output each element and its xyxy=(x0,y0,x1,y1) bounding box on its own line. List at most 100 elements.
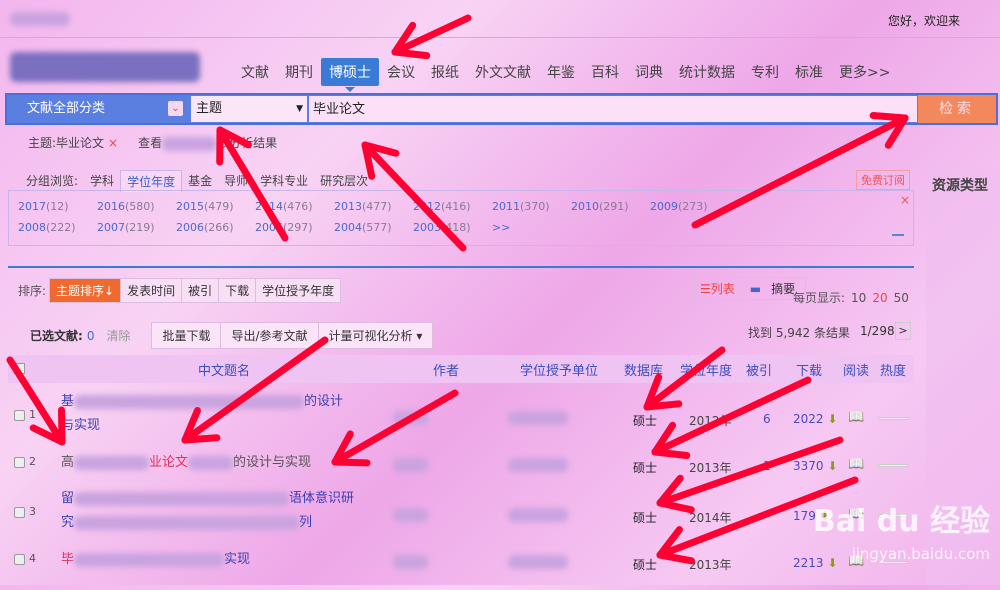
database-label: 硕士 xyxy=(633,459,657,476)
year-filter[interactable]: 2014(476) xyxy=(255,200,334,213)
year-filter[interactable]: 2011(370) xyxy=(492,200,571,213)
group-tab[interactable]: 学科专业 xyxy=(254,170,314,192)
year-filter[interactable]: 2013(477) xyxy=(334,200,413,213)
nav-item[interactable]: 标准 xyxy=(787,58,831,86)
nav-item[interactable]: 文献 xyxy=(233,58,277,86)
sort-option[interactable]: 下载 xyxy=(218,278,256,303)
nav-item[interactable]: 统计数据 xyxy=(671,58,743,86)
cnki-logo[interactable] xyxy=(10,52,200,86)
subscribe-button[interactable]: 免费订阅 xyxy=(856,170,910,190)
nav-item[interactable]: 专利 xyxy=(743,58,787,86)
year-filter[interactable]: 2007(219) xyxy=(97,221,176,234)
per-page-option[interactable]: 10 xyxy=(851,291,866,305)
nav-item[interactable]: 年鉴 xyxy=(539,58,583,86)
year-filter[interactable]: 2004(577) xyxy=(334,221,413,234)
download-count[interactable]: 3370⬇ xyxy=(793,459,838,473)
result-title-link[interactable]: 留语体意识研究列 xyxy=(61,487,391,535)
citation-count[interactable]: 1 xyxy=(763,459,771,473)
select-all-checkbox[interactable] xyxy=(14,363,25,374)
year-filter[interactable]: 2003(418) xyxy=(413,221,492,234)
group-tab[interactable]: 学科 xyxy=(84,170,120,192)
sort-option[interactable]: 被引 xyxy=(181,278,219,303)
nav-item[interactable]: 更多>> xyxy=(831,58,898,86)
row-number: 4 xyxy=(29,552,36,565)
result-title-link[interactable]: 基的设计与实现 xyxy=(61,390,391,438)
per-page-option[interactable]: 20 xyxy=(872,291,887,305)
year-filter[interactable]: 2008(222) xyxy=(18,221,97,234)
column-header[interactable]: 热度 xyxy=(880,360,906,379)
selection-action-button[interactable]: 导出/参考文献 xyxy=(220,322,318,349)
column-header[interactable]: 数据库 xyxy=(624,360,663,379)
column-header[interactable]: 学位年度 xyxy=(680,360,732,379)
category-select[interactable]: 文献全部分类⌄ xyxy=(7,95,187,123)
next-page-button[interactable]: > xyxy=(895,322,911,340)
nav-bar: 文献期刊博硕士会议报纸外文文献年鉴百科词典统计数据专利标准更多>> xyxy=(233,58,898,86)
read-icon[interactable]: 📖 xyxy=(848,457,864,472)
remove-filter-icon[interactable]: × xyxy=(108,136,118,150)
group-tab[interactable]: 研究层次 xyxy=(314,170,374,192)
row-number: 3 xyxy=(29,505,36,518)
group-tab[interactable]: 导师 xyxy=(218,170,254,192)
selection-action-button[interactable]: 批量下载 xyxy=(151,322,221,349)
clear-button[interactable]: 清除 xyxy=(106,327,130,344)
nav-item[interactable]: 会议 xyxy=(379,58,423,86)
column-header[interactable]: 学位授予单位 xyxy=(520,360,598,379)
column-header[interactable]: 下载 xyxy=(796,360,822,379)
close-icon[interactable]: × xyxy=(900,193,910,207)
result-title-link[interactable]: 毕实现 xyxy=(61,548,391,572)
year-filter[interactable]: 2015(479) xyxy=(176,200,255,213)
nav-item[interactable]: 词典 xyxy=(627,58,671,86)
search-button[interactable]: 检索 xyxy=(918,95,996,123)
degree-year: 2014年 xyxy=(689,509,732,526)
download-count[interactable]: 2213 ⬇ xyxy=(793,556,838,570)
nav-item[interactable]: 百科 xyxy=(583,58,627,86)
download-value: 2213 xyxy=(793,556,824,570)
nav-item[interactable]: 博硕士 xyxy=(321,58,379,86)
nav-item[interactable]: 外文文献 xyxy=(467,58,539,86)
download-count[interactable]: 2022 ⬇ xyxy=(793,412,838,426)
selection-action-button[interactable]: 计量可视化分析 ▾ xyxy=(318,322,434,349)
citation-count[interactable]: 6 xyxy=(763,412,771,426)
year-filter[interactable]: 2012(416) xyxy=(413,200,492,213)
per-page-option[interactable]: 50 xyxy=(894,291,909,305)
more-years-button[interactable]: >> xyxy=(492,221,571,234)
sort-option[interactable]: 学位授予年度 xyxy=(255,278,341,303)
download-icon[interactable]: ⬇ xyxy=(828,556,838,570)
row-checkbox[interactable] xyxy=(14,554,25,565)
row-checkbox[interactable] xyxy=(14,410,25,421)
column-header[interactable]: 被引 xyxy=(746,360,772,379)
year-filter[interactable]: 2009(273) xyxy=(650,200,729,213)
read-icon[interactable]: 📖 xyxy=(848,410,864,425)
redacted-text xyxy=(393,458,428,472)
chevron-down-icon[interactable]: ⌄ xyxy=(168,101,183,116)
download-icon[interactable]: ⬇ xyxy=(828,459,838,473)
download-value: 2022 xyxy=(793,412,824,426)
year-filter[interactable]: 2006(266) xyxy=(176,221,255,234)
nav-item[interactable]: 期刊 xyxy=(277,58,321,86)
row-checkbox[interactable] xyxy=(14,507,25,518)
trend-chart-icon[interactable] xyxy=(892,226,904,236)
field-select[interactable]: 主题▼ xyxy=(191,96,307,122)
title-fragment: 列 xyxy=(299,515,312,530)
download-icon[interactable]: ⬇ xyxy=(828,412,838,426)
search-input[interactable] xyxy=(309,96,917,122)
year-filter[interactable]: 2005(297) xyxy=(255,221,334,234)
year-filter[interactable]: 2010(291) xyxy=(571,200,650,213)
column-header[interactable]: 中文题名 xyxy=(198,360,250,379)
group-tab[interactable]: 学位年度 xyxy=(120,170,182,192)
sort-option[interactable]: 发表时间 xyxy=(120,278,182,303)
analysis-link[interactable]: 数分析结果 xyxy=(217,136,277,150)
nav-item[interactable]: 报纸 xyxy=(423,58,467,86)
row-checkbox[interactable] xyxy=(14,457,25,468)
year-filter[interactable]: 2016(580) xyxy=(97,200,176,213)
group-tabs: 分组浏览:学科学位年度基金导师学科专业研究层次 xyxy=(20,170,374,192)
group-tab[interactable]: 基金 xyxy=(182,170,218,192)
result-title-link[interactable]: 高业论文的设计与实现 xyxy=(61,451,391,475)
column-header[interactable]: 阅读 xyxy=(843,360,869,379)
sort-option[interactable]: 主题排序↓ xyxy=(49,278,121,303)
list-view-button[interactable]: ☰列表 xyxy=(695,278,740,299)
year-label: 2003 xyxy=(413,221,441,234)
database-label: 硕士 xyxy=(633,412,657,429)
column-header[interactable]: 作者 xyxy=(433,360,459,379)
year-filter[interactable]: 2017(12) xyxy=(18,200,97,213)
